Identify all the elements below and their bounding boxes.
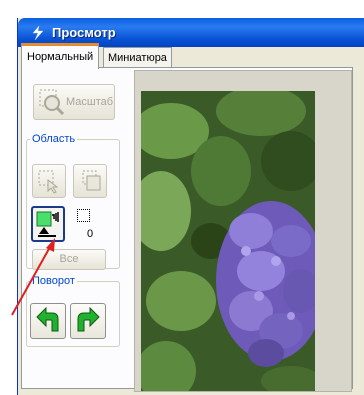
select-area-copy-button[interactable] [73,164,107,198]
selection-count: 0 [87,228,94,240]
annotation-arrow [11,238,55,316]
tab-thumbnail[interactable]: Миниатюра [103,47,172,68]
hydrangea-photo [141,91,315,391]
zoom-magnifier-icon [39,89,65,116]
zoom-button[interactable]: Масштаб [33,84,115,120]
scanner-app-icon [32,25,44,41]
tab-thumbnail-label: Миниатюра [108,52,167,64]
rotate-right-icon [77,307,100,332]
tab-normal-label: Нормальный [27,51,94,63]
rotate-right-button[interactable] [70,303,106,339]
window-title: Просмотр [52,25,116,40]
area-group-title: Область [30,133,78,145]
select-area-button[interactable] [32,164,66,198]
tab-normal[interactable]: Нормальный [21,43,100,69]
zoom-button-label: Масштаб [66,96,114,108]
preview-image[interactable] [141,91,315,391]
select-area-icon [38,170,59,194]
select-area-copy-icon [82,170,101,191]
selection-indicator [77,209,90,222]
